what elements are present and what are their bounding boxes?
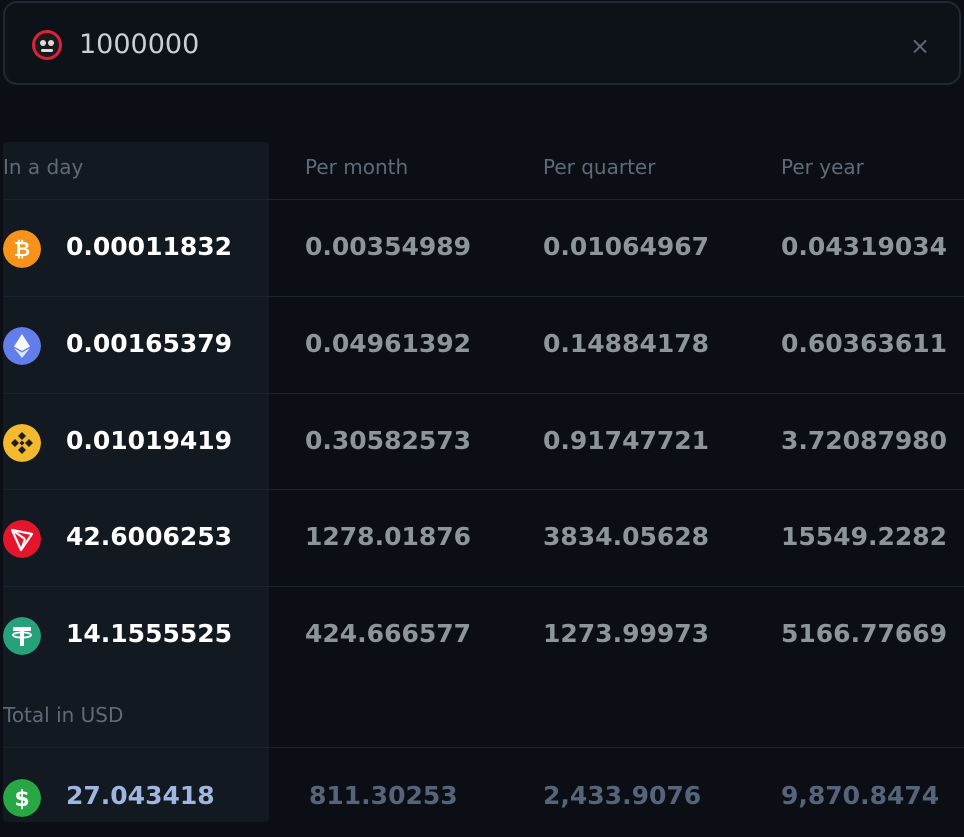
- month-value: 0.30582573: [305, 426, 472, 455]
- svg-text:$: $: [14, 787, 29, 812]
- month-value: 1278.01876: [305, 522, 472, 551]
- total-day-value: 27.043418: [66, 781, 215, 810]
- divider: [3, 586, 964, 587]
- divider: [3, 296, 964, 297]
- amount-input-box[interactable]: ×: [3, 1, 961, 85]
- month-value: 424.666577: [305, 619, 472, 648]
- month-value: 0.00354989: [305, 232, 472, 261]
- quarter-value: 0.01064967: [543, 232, 710, 261]
- day-value: 0.00011832: [66, 232, 233, 261]
- divider: [3, 199, 964, 200]
- header-per-month: Per month: [305, 155, 409, 179]
- header-per-year: Per year: [781, 155, 864, 179]
- ethereum-icon: [3, 327, 41, 365]
- day-value: 42.6006253: [66, 522, 233, 551]
- header-in-a-day: In a day: [3, 155, 84, 179]
- tron-icon: [3, 520, 41, 558]
- header-per-quarter: Per quarter: [543, 155, 656, 179]
- year-value: 0.04319034: [781, 232, 948, 261]
- total-year-value: 9,870.8474: [781, 781, 940, 810]
- svg-text:₿: ₿: [14, 237, 30, 261]
- month-value: 0.04961392: [305, 329, 472, 358]
- amount-input[interactable]: [79, 21, 859, 67]
- day-value: 0.00165379: [66, 329, 233, 358]
- clear-icon[interactable]: ×: [903, 29, 937, 63]
- year-value: 15549.2282: [781, 522, 948, 551]
- quarter-value: 3834.05628: [543, 522, 710, 551]
- year-value: 3.72087980: [781, 426, 948, 455]
- day-value: 0.01019419: [66, 426, 233, 455]
- year-value: 5166.77669: [781, 619, 948, 648]
- divider: [3, 393, 964, 394]
- token-logo-icon: [32, 30, 62, 60]
- day-value: 14.1555525: [66, 619, 233, 648]
- total-quarter-value: 2,433.9076: [543, 781, 702, 810]
- year-value: 0.60363611: [781, 329, 948, 358]
- tether-icon: [3, 617, 41, 655]
- quarter-value: 1273.99973: [543, 619, 710, 648]
- bitcoin-icon: ₿: [3, 230, 41, 268]
- divider: [3, 747, 964, 748]
- quarter-value: 0.14884178: [543, 329, 710, 358]
- total-label: Total in USD: [3, 703, 124, 727]
- quarter-value: 0.91747721: [543, 426, 710, 455]
- total-month-value: 811.30253: [309, 781, 458, 810]
- bnb-icon: [3, 424, 41, 462]
- dollar-icon: $: [3, 779, 41, 817]
- divider: [3, 489, 964, 490]
